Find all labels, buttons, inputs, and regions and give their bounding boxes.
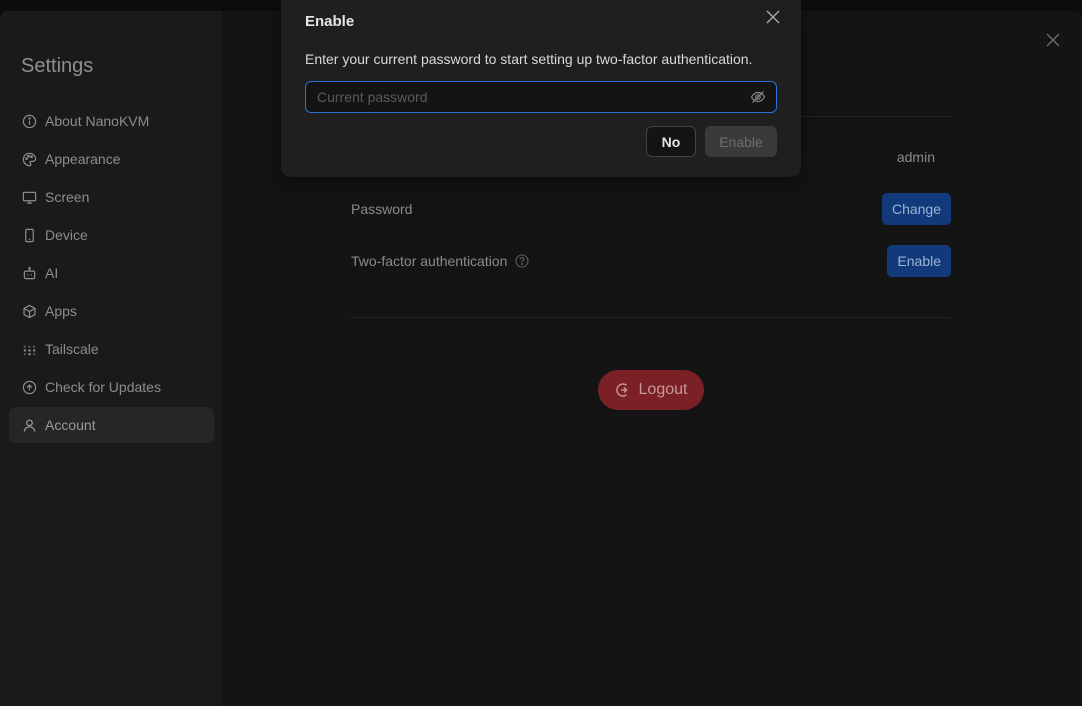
- question-circle-icon[interactable]: [515, 254, 529, 268]
- sidebar-item-ai[interactable]: AI: [9, 255, 214, 291]
- sidebar-item-label: AI: [45, 265, 59, 281]
- eye-off-icon[interactable]: [750, 89, 766, 105]
- page: Settings About NanoKVM Appearance Screen…: [0, 0, 1082, 706]
- no-button[interactable]: No: [646, 126, 696, 157]
- sidebar-item-label: Device: [45, 227, 88, 243]
- sidebar-item-label: Appearance: [45, 151, 121, 167]
- sidebar-item-device[interactable]: Device: [9, 217, 214, 253]
- password-label: Password: [351, 201, 413, 217]
- twofa-label: Two-factor authentication: [351, 253, 508, 269]
- palette-icon: [21, 151, 37, 167]
- divider: [351, 317, 951, 318]
- user-icon: [21, 417, 37, 433]
- modal-title: Enable: [305, 13, 355, 30]
- sidebar-item-appearance[interactable]: Appearance: [9, 141, 214, 177]
- sidebar-item-label: Screen: [45, 189, 90, 205]
- sidebar-item-check-updates[interactable]: Check for Updates: [9, 369, 214, 405]
- sidebar-item-label: Account: [45, 417, 96, 433]
- sidebar-item-label: Apps: [45, 303, 77, 319]
- close-icon[interactable]: [1044, 31, 1062, 49]
- password-row: Password Change: [351, 192, 951, 226]
- sidebar-item-about[interactable]: About NanoKVM: [9, 103, 214, 139]
- info-icon: [21, 113, 37, 129]
- logout-icon: [615, 383, 628, 397]
- current-password-field: [305, 81, 777, 113]
- sidebar-item-label: Tailscale: [45, 341, 99, 357]
- enable-2fa-button[interactable]: Enable: [887, 245, 951, 277]
- logout-button[interactable]: Logout: [598, 370, 704, 410]
- current-password-input[interactable]: [306, 83, 750, 111]
- sidebar-item-label: About NanoKVM: [45, 113, 150, 129]
- sidebar-item-label: Check for Updates: [45, 379, 161, 395]
- username-value: admin: [896, 149, 935, 165]
- tailscale-icon: [21, 341, 37, 357]
- sidebar-nav: About NanoKVM Appearance Screen Device A…: [9, 103, 214, 445]
- sidebar-item-tailscale[interactable]: Tailscale: [9, 331, 214, 367]
- enable-button[interactable]: Enable: [705, 126, 777, 157]
- twofa-label-wrap: Two-factor authentication: [351, 253, 529, 269]
- sidebar-title: Settings: [21, 55, 94, 77]
- sidebar-item-apps[interactable]: Apps: [9, 293, 214, 329]
- monitor-icon: [21, 189, 37, 205]
- sidebar-item-screen[interactable]: Screen: [9, 179, 214, 215]
- sidebar: Settings About NanoKVM Appearance Screen…: [0, 11, 222, 706]
- arrow-up-circle-icon: [21, 379, 37, 395]
- smartphone-icon: [21, 227, 37, 243]
- change-password-button[interactable]: Change: [881, 193, 951, 225]
- package-icon: [21, 303, 37, 319]
- enable-2fa-modal: Enable Enter your current password to st…: [281, 0, 801, 177]
- logout-label: Logout: [638, 381, 688, 398]
- sidebar-item-account[interactable]: Account: [9, 407, 214, 443]
- modal-description: Enter your current password to start set…: [305, 51, 753, 67]
- twofa-row: Two-factor authentication Enable: [351, 244, 951, 278]
- close-icon[interactable]: [765, 9, 781, 25]
- bot-icon: [21, 265, 37, 281]
